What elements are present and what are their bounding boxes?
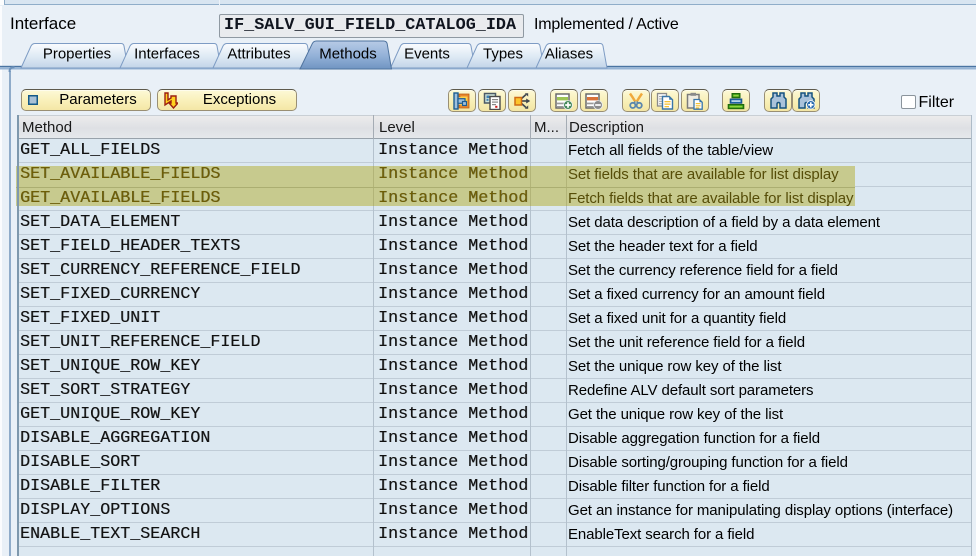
- svg-text:Types: Types: [483, 45, 523, 62]
- svg-text:Attributes: Attributes: [227, 45, 290, 62]
- svg-text:Properties: Properties: [43, 45, 111, 62]
- svg-text:Interfaces: Interfaces: [134, 45, 200, 62]
- svg-text:Methods: Methods: [319, 45, 377, 62]
- svg-text:Aliases: Aliases: [545, 45, 593, 62]
- svg-text:Events: Events: [404, 45, 450, 62]
